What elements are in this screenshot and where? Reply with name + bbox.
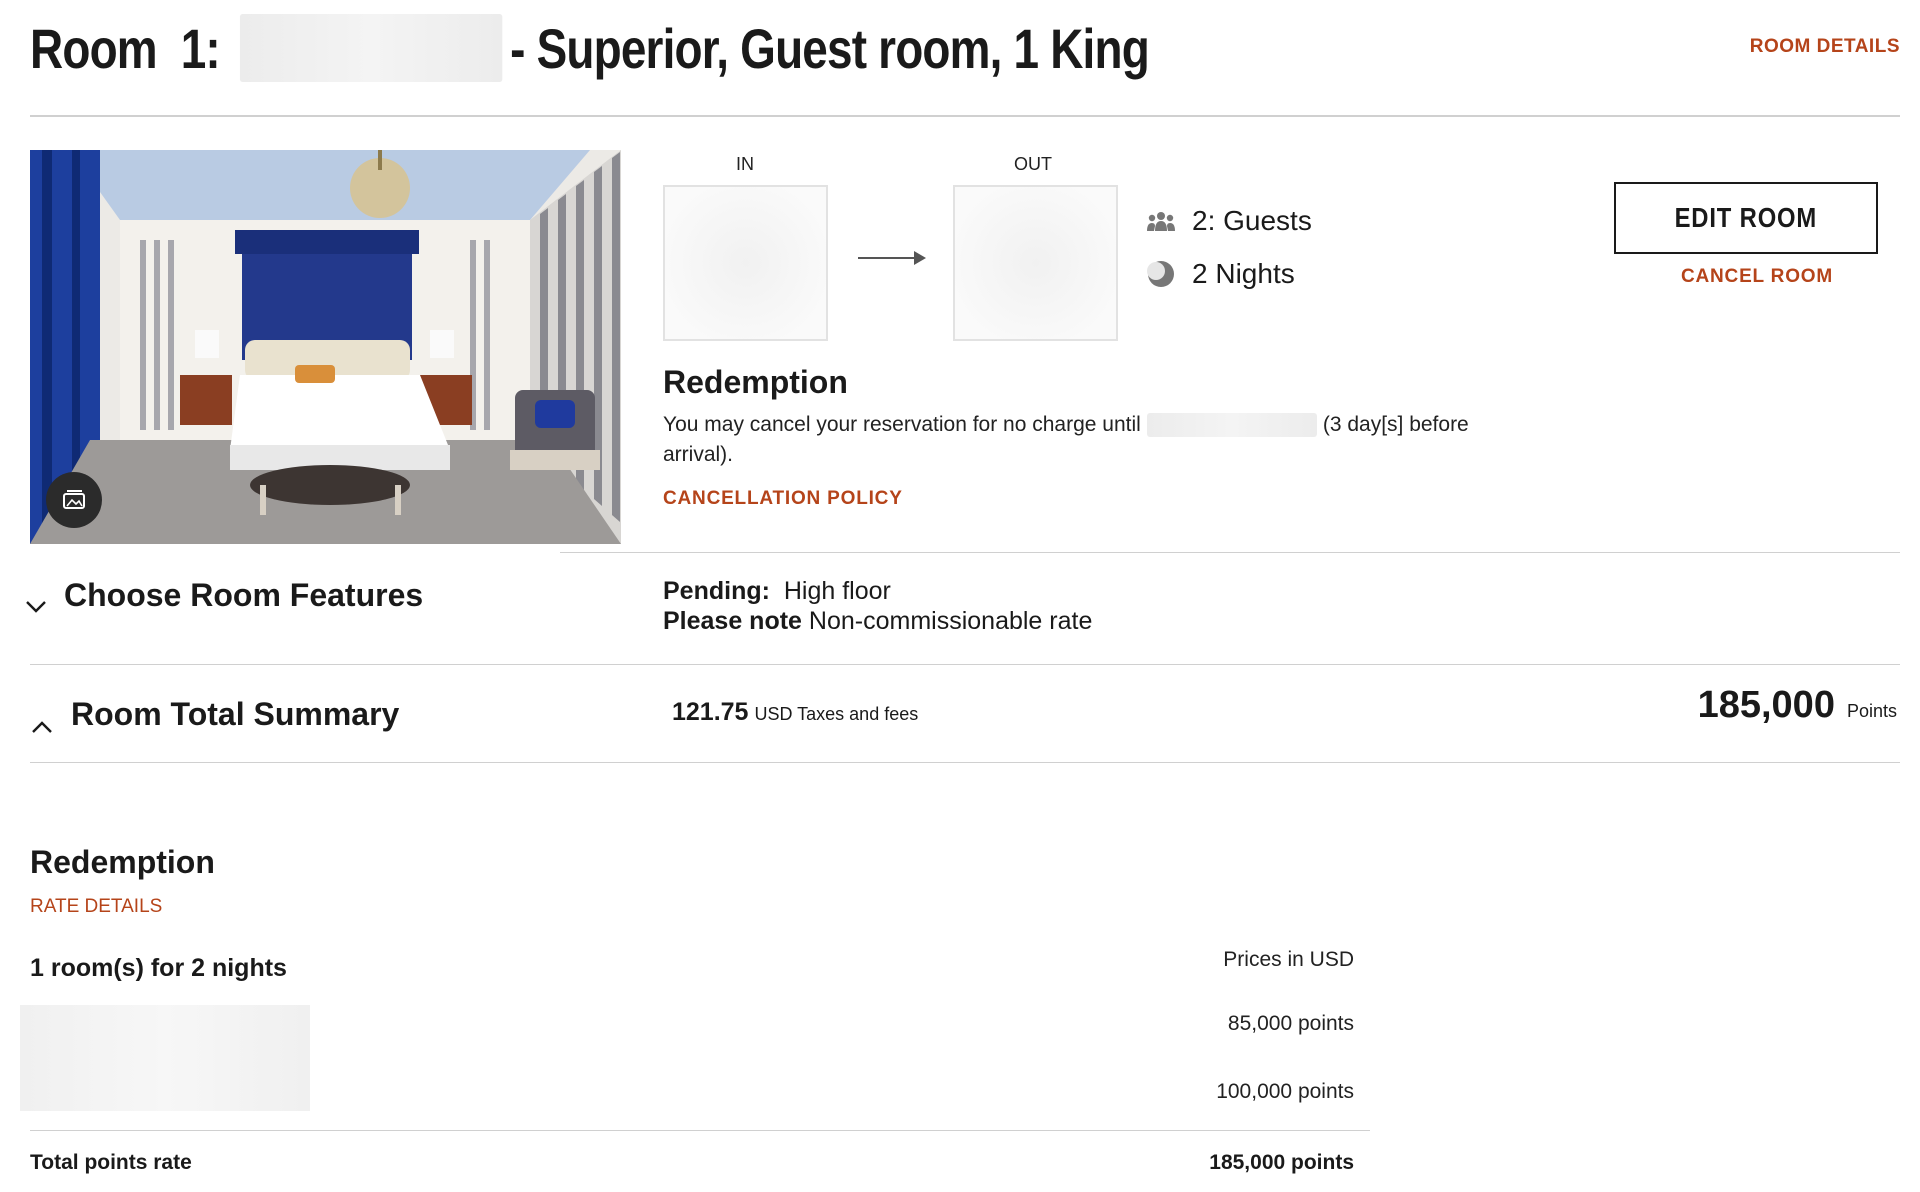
total-points-label: Total points rate bbox=[30, 1151, 192, 1174]
pending-label: Pending: bbox=[663, 577, 770, 605]
cancel-policy-text: You may cancel your reservation for no c… bbox=[663, 410, 1543, 470]
room-total-summary-toggle[interactable]: Room Total Summary bbox=[71, 696, 399, 733]
info-divider bbox=[560, 552, 1900, 553]
choose-room-features-toggle[interactable]: Choose Room Features bbox=[64, 577, 423, 614]
room-title-suffix: - Superior, Guest room, 1 King bbox=[510, 16, 1150, 80]
note-label: Please note bbox=[663, 607, 802, 635]
pending-value: High floor bbox=[783, 577, 891, 605]
night-1-points: 85,000 points bbox=[1227, 1012, 1354, 1035]
points-total: 185,000 Points bbox=[1698, 684, 1897, 727]
room-photo[interactable] bbox=[30, 150, 621, 544]
cancellation-policy-link[interactable]: CANCELLATION POLICY bbox=[663, 488, 903, 510]
night-2-points: 100,000 points bbox=[1216, 1080, 1354, 1103]
redacted-cancel-date bbox=[1146, 413, 1317, 438]
redacted-hotel-name bbox=[239, 14, 502, 82]
taxes-amount: 121.75 bbox=[672, 698, 749, 726]
rate-divider bbox=[30, 1130, 1370, 1131]
cancel-text-before: You may cancel your reservation for no c… bbox=[663, 413, 1141, 436]
summary-divider bbox=[30, 762, 1900, 763]
chevron-down-icon[interactable] bbox=[24, 594, 48, 623]
room-title-prefix: Room 1: bbox=[30, 16, 221, 80]
rate-heading: Redemption bbox=[30, 844, 215, 880]
rate-details-link[interactable]: RATE DETAILS bbox=[30, 896, 162, 918]
cancel-room-link[interactable]: CANCEL ROOM bbox=[1614, 266, 1900, 288]
prices-in-currency: Prices in USD bbox=[1223, 948, 1354, 971]
check-in-date-redacted[interactable] bbox=[663, 185, 828, 341]
room-photo-illustration bbox=[30, 150, 621, 544]
guests-row: 2: Guests bbox=[1146, 205, 1312, 237]
taxes-label: USD Taxes and fees bbox=[754, 704, 919, 724]
check-in-label: IN bbox=[736, 154, 754, 174]
rooms-nights-text: 1 room(s) for 2 nights bbox=[30, 954, 287, 982]
edit-room-label: EDIT ROOM bbox=[1674, 202, 1818, 233]
points-label: Points bbox=[1846, 701, 1897, 721]
redacted-night-dates bbox=[20, 1005, 310, 1111]
gallery-icon bbox=[63, 490, 85, 509]
check-out-date-redacted[interactable] bbox=[953, 185, 1118, 341]
redemption-heading: Redemption bbox=[663, 364, 848, 400]
points-amount: 185,000 bbox=[1697, 684, 1835, 726]
nights-row: 2 Nights bbox=[1146, 258, 1295, 290]
guests-text: 2: Guests bbox=[1192, 205, 1312, 236]
note-row: Please note Non-commissionable rate bbox=[663, 606, 1092, 636]
header-divider bbox=[30, 115, 1900, 117]
nights-text: 2 Nights bbox=[1192, 258, 1295, 289]
room-details-link[interactable]: ROOM DETAILS bbox=[1750, 36, 1900, 58]
taxes-and-fees: 121.75 USD Taxes and fees bbox=[672, 698, 918, 727]
total-points-value: 185,000 points bbox=[1209, 1151, 1354, 1174]
check-out-label: OUT bbox=[1014, 154, 1052, 174]
room-title: Room 1: - Superior, Guest room, 1 King bbox=[30, 14, 1150, 82]
moon-icon bbox=[1146, 259, 1176, 289]
features-divider bbox=[30, 664, 1900, 665]
note-value: Non-commissionable rate bbox=[808, 607, 1093, 635]
edit-room-button[interactable]: EDIT ROOM bbox=[1614, 182, 1878, 254]
gallery-button[interactable] bbox=[46, 472, 102, 528]
room-feature-notes: Pending: High floor Please note Non-comm… bbox=[663, 576, 1092, 636]
chevron-up-icon[interactable] bbox=[30, 716, 54, 745]
arrow-right-icon bbox=[858, 248, 928, 273]
pending-row: Pending: High floor bbox=[663, 576, 1092, 606]
guests-icon bbox=[1146, 206, 1176, 236]
